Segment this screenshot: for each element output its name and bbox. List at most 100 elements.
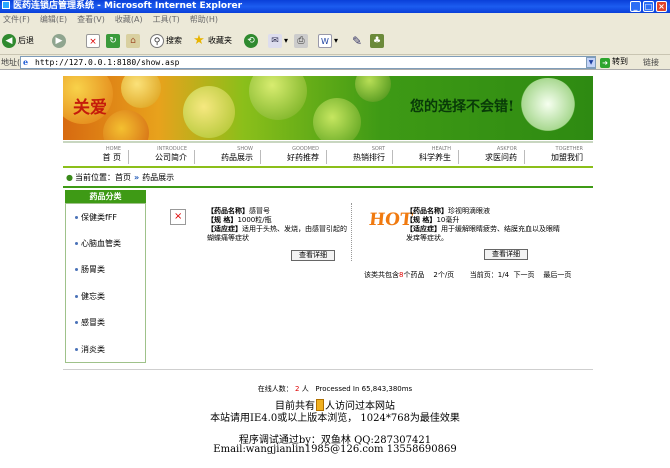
ie-icon [2, 1, 10, 9]
nav-zh-label: 热销排行 [353, 153, 385, 162]
stop-button[interactable]: × [86, 33, 102, 49]
product-image-broken[interactable] [170, 209, 186, 225]
sidebar-title: 药品分类 [65, 190, 146, 203]
print-icon: ⎙ [294, 33, 308, 48]
current-page: 当前页：1/4 [469, 271, 510, 279]
banner-decoration [183, 86, 235, 138]
sidebar-item-antiinflam[interactable]: 消炎类 [75, 344, 105, 355]
discuss-button[interactable]: ✎ [350, 33, 366, 49]
refresh-icon: ↻ [106, 33, 120, 48]
nav-sort[interactable]: SORT 热销排行 [327, 146, 393, 164]
online-label: 在线人数： [257, 385, 293, 393]
menu-view[interactable]: 查看(V) [77, 15, 105, 24]
forward-button[interactable]: ▶ [52, 33, 68, 49]
use-label: 【适应症】 [406, 225, 441, 233]
back-label: 后退 [18, 36, 34, 45]
favorites-label: 收藏夹 [208, 36, 232, 45]
name-label: 【药品名称】 [406, 207, 448, 215]
menu-tools[interactable]: 工具(T) [153, 15, 180, 24]
address-bar: 地址(D) http://127.0.0.1:8180/show.asp ▼ ➜… [0, 55, 670, 70]
go-label: 转到 [612, 57, 628, 66]
pager-text: 该类共包含 [364, 271, 399, 279]
home-icon: ⌂ [126, 33, 140, 48]
star-icon: ★ [193, 32, 205, 48]
view-detail-button[interactable]: 查看详细 [484, 249, 528, 260]
next-page-link[interactable]: 下一页 [513, 271, 534, 279]
back-arrow-icon: ◀ [2, 33, 16, 48]
forward-arrow-icon: ▶ [52, 33, 66, 48]
maximize-button[interactable]: □ [643, 1, 654, 12]
mail-icon: ✉ [268, 33, 282, 48]
nav-introduce[interactable]: INTRODUCE 公司简介 [129, 146, 195, 164]
history-button[interactable]: ⟲ [244, 33, 260, 49]
name-label: 【药品名称】 [207, 207, 249, 215]
close-button[interactable]: × [656, 1, 667, 12]
nav-goodmed[interactable]: GOODMED 好药推荐 [261, 146, 327, 164]
menu-favorites[interactable]: 收藏(A) [115, 15, 143, 24]
product-info: 【药品名称】珍视明滴眼液 【规 格】10毫升 【适应症】用于缓解眼睛疲劳、结膜充… [406, 207, 566, 243]
address-input[interactable]: http://127.0.0.1:8180/show.asp [20, 56, 596, 69]
nav-zh-label: 好药推荐 [287, 153, 319, 162]
address-dropdown-icon[interactable]: ▼ [586, 57, 596, 68]
per-page: 2个/页 [433, 271, 455, 279]
contact-email: Email:wangjianlin1985@126.com 1355869086… [213, 444, 457, 455]
nav-zh-label: 公司简介 [155, 153, 187, 162]
banner-slogan: 您的选择不会错! [410, 99, 515, 115]
messenger-button[interactable]: ♣ [370, 33, 386, 49]
divider [63, 369, 593, 370]
back-button[interactable]: ◀ 后退 [2, 33, 34, 49]
print-button[interactable]: ⎙ [294, 33, 310, 49]
minimize-button[interactable]: _ [630, 1, 641, 12]
sidebar-item-gastro[interactable]: 肠胃类 [75, 264, 105, 275]
breadcrumb-current: 药品展示 [142, 173, 175, 182]
home-button[interactable]: ⌂ [126, 33, 142, 49]
stop-icon: × [86, 33, 100, 48]
messenger-icon: ♣ [370, 33, 384, 48]
go-button[interactable]: ➜ 转到 [600, 56, 628, 68]
refresh-button[interactable]: ↻ [106, 33, 122, 49]
nav-together[interactable]: TOGETHER 加盟我们 [525, 146, 591, 163]
banner-decoration [121, 76, 161, 108]
banner: 关爱 您的选择不会错! [63, 76, 593, 140]
sidebar-item-memory[interactable]: 健忘类 [75, 291, 105, 302]
menu-help[interactable]: 帮助(H) [190, 15, 218, 24]
nav-zh-label: 科学养生 [419, 153, 451, 162]
nav-show[interactable]: SHOW 药品展示 [195, 146, 261, 164]
nav-zh-label: 药品展示 [221, 153, 253, 162]
go-arrow-icon: ➜ [600, 58, 610, 68]
nav-home[interactable]: HOME 首 页 [63, 146, 129, 164]
nav-askfor[interactable]: ASKFOR 求医问药 [459, 146, 525, 164]
sidebar-item-cardio[interactable]: 心脑血管类 [75, 238, 121, 249]
spec-label: 【规 格】 [207, 216, 238, 224]
window-title: 医药连锁店管理系统 - Microsoft Internet Explorer [13, 1, 243, 11]
browser-note: 本站请用IE4.0或以上版本浏览， 1024*768为最佳效果 [210, 413, 460, 424]
favorites-button[interactable]: ★ 收藏夹 [192, 33, 232, 49]
toolbar: ◀ 后退 ▶ × ↻ ⌂ ⚲ 搜索 ★ 收藏夹 ⟲ ✉ ▾ ⎙ W ▾ ✎ ♣ [0, 27, 670, 55]
product-info: 【药品名称】感冒号 【规 格】1000粒/瓶 【适应症】适用于头热、发烧，由感冒… [207, 207, 349, 243]
menu-edit[interactable]: 编辑(E) [40, 15, 67, 24]
view-detail-button[interactable]: 查看详细 [291, 250, 335, 261]
banner-decoration [249, 76, 307, 120]
sidebar-item-cold[interactable]: 感冒类 [75, 317, 105, 328]
search-button[interactable]: ⚲ 搜索 [150, 33, 182, 49]
product-spec: 10毫升 [436, 216, 460, 224]
online-unit: 人 [301, 385, 309, 393]
product-name: 感冒号 [249, 207, 270, 215]
breadcrumb-home[interactable]: 当前位置：首页 [75, 173, 131, 182]
last-page-link[interactable]: 最后一页 [543, 271, 571, 279]
banner-logo: 关爱 [73, 98, 107, 118]
links-button[interactable]: 链接 [643, 57, 659, 68]
history-icon: ⟲ [244, 33, 258, 48]
pagination: 该类共包含8个药品 2个/页 当前页：1/4 下一页 最后一页 [364, 270, 571, 280]
product-name: 珍视明滴眼液 [448, 207, 490, 215]
banner-decoration [355, 76, 391, 102]
search-label: 搜索 [166, 36, 182, 45]
edit-button[interactable]: W ▾ [318, 33, 338, 49]
nav-health[interactable]: HEALTH 科学养生 [393, 146, 459, 164]
discuss-icon: ✎ [351, 33, 363, 48]
divider [63, 186, 593, 188]
pager-text: 个药品 [403, 271, 425, 279]
mail-button[interactable]: ✉ ▾ [268, 33, 288, 49]
sidebar-item-health[interactable]: 保健类fFF [75, 212, 117, 223]
menu-file[interactable]: 文件(F) [3, 15, 30, 24]
